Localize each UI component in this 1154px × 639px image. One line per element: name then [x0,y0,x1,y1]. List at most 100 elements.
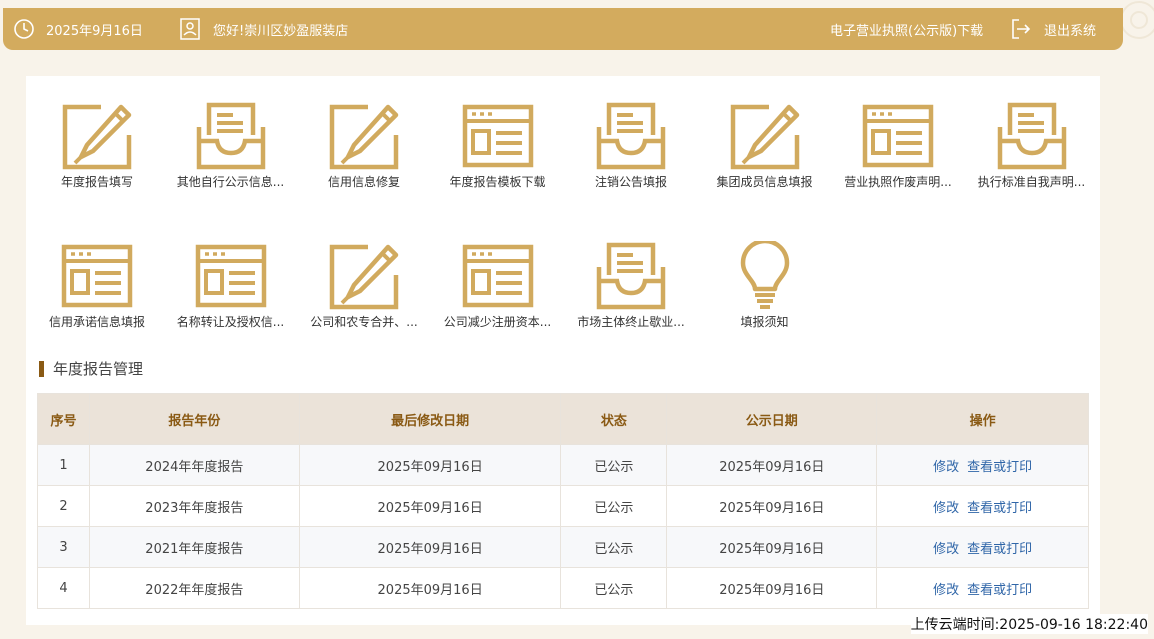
tile-label: 公司和农专合并、... [310,315,418,329]
tile-label: 集团成员信息填报 [716,175,813,189]
cell-published: 2025年09月16日 [666,485,878,527]
logout-button[interactable]: 退出系统 [1010,8,1096,50]
cell-actions: 修改 查看或打印 [876,444,1089,486]
col-header-actions: 操作 [876,393,1089,445]
logout-icon [1012,19,1031,39]
tile-label: 营业执照作废声明... [844,175,952,189]
tile-8[interactable]: 执行标准自我声明... [967,101,1097,190]
clock-icon [14,19,34,39]
tile-label: 信用信息修复 [327,175,400,189]
inbox-icon [594,101,668,171]
tile-12[interactable]: 公司减少注册资本... [433,241,563,330]
cell-published: 2025年09月16日 [666,567,878,609]
tile-9[interactable]: 信用承诺信息填报 [32,241,162,330]
col-header-year: 报告年份 [88,393,300,445]
tile-label: 注销公告填报 [594,175,667,189]
upload-time: 上传云端时间:2025-09-16 18:22:40 [910,614,1148,634]
tile-label: 市场主体终止歇业... [577,315,685,329]
inbox-icon [194,101,268,171]
logout-label: 退出系统 [1044,23,1097,39]
table-header-row: 序号 报告年份 最后修改日期 状态 公示日期 操作 [37,393,1089,445]
view-print-link[interactable]: 查看或打印 [967,501,1032,516]
tile-label: 信用承诺信息填报 [48,315,145,329]
cell-actions: 修改 查看或打印 [876,485,1089,527]
cell-no: 2 [37,485,90,527]
col-header-status: 状态 [560,393,668,445]
cell-status: 已公示 [560,567,668,609]
tile-4[interactable]: 年度报告模板下载 [433,101,563,190]
section-title: 年度报告管理 [53,360,144,378]
window-icon [861,101,935,171]
tile-label: 公司减少注册资本... [443,315,552,329]
cell-year: 2021年年度报告 [88,526,300,568]
window-icon [60,241,134,311]
inbox-icon [594,241,668,311]
date-area: 2025年9月16日 [13,8,143,50]
section-marker [39,360,44,377]
view-print-link[interactable]: 查看或打印 [967,460,1032,475]
table-row: 1 2024年年度报告 2025年09月16日 已公示 2025年09月16日 修改 查看或… [37,444,1089,486]
cell-published: 2025年09月16日 [666,444,878,486]
edit-link[interactable]: 修改 [933,542,959,557]
license-download-link[interactable]: 电子营业执照(公示版)下载 [830,8,983,50]
edit-icon [327,101,401,171]
inbox-icon [995,101,1069,171]
cell-status: 已公示 [560,526,668,568]
cell-status: 已公示 [560,485,668,527]
tile-5[interactable]: 注销公告填报 [566,101,696,190]
user-icon [180,18,200,40]
table-row: 3 2021年年度报告 2025年09月16日 已公示 2025年09月16日 修改 查看或… [37,526,1089,568]
cell-year: 2024年年度报告 [88,444,300,486]
tile-7[interactable]: 营业执照作废声明... [833,101,963,190]
col-header-published: 公示日期 [666,393,878,445]
tile-label: 年度报告模板下载 [449,175,546,189]
tile-11[interactable]: 公司和农专合并、... [299,241,429,330]
window-icon [194,241,268,311]
tile-label: 执行标准自我声明... [977,175,1086,189]
cell-actions: 修改 查看或打印 [876,567,1089,609]
top-bar: 2025年9月16日 您好!崇川区妙盈服装店 电子营业执照(公示版)下载 退出系… [3,8,1123,50]
edit-link[interactable]: 修改 [933,460,959,475]
col-header-no: 序号 [37,393,90,445]
tile-6[interactable]: 集团成员信息填报 [700,101,830,190]
tile-2[interactable]: 其他自行公示信息... [166,101,296,190]
tile-label: 年度报告填写 [60,175,133,189]
window-icon [461,241,535,311]
cell-no: 1 [37,444,90,486]
cell-actions: 修改 查看或打印 [876,526,1089,568]
edit-icon [728,101,802,171]
col-header-modified: 最后修改日期 [298,393,562,445]
edit-link[interactable]: 修改 [933,583,959,598]
date-text: 2025年9月16日 [46,23,143,39]
greeting-area: 您好!崇川区妙盈服装店 [180,8,348,50]
cell-no: 3 [37,526,90,568]
table-row: 2 2023年年度报告 2025年09月16日 已公示 2025年09月16日 修改 查看或… [37,485,1089,527]
main-panel: 年度报告填写 其他自行公示信息... 信用信息修复 年度报告模板下载 注销公告填报 集团成… [26,76,1100,625]
cell-published: 2025年09月16日 [666,526,878,568]
lightbulb-icon [728,241,802,311]
tile-label: 其他自行公示信息... [176,175,285,189]
edit-icon [327,241,401,311]
tile-10[interactable]: 名称转让及授权信... [166,241,296,330]
tile-3[interactable]: 信用信息修复 [299,101,429,190]
tile-14[interactable]: 填报须知 [700,241,830,330]
cell-year: 2022年年度报告 [88,567,300,609]
cell-no: 4 [37,567,90,609]
window-icon [461,101,535,171]
edit-icon [60,101,134,171]
greeting-text: 您好!崇川区妙盈服装店 [213,23,349,39]
cell-status: 已公示 [560,444,668,486]
section-header: 年度报告管理 [39,358,143,379]
view-print-link[interactable]: 查看或打印 [967,542,1032,557]
annual-report-table: 序号 报告年份 最后修改日期 状态 公示日期 操作 1 2024年年度报告 2025… [37,393,1089,609]
tile-label: 名称转让及授权信... [176,315,285,329]
tile-13[interactable]: 市场主体终止歇业... [566,241,696,330]
cell-modified: 2025年09月16日 [298,567,562,609]
tile-label: 填报须知 [740,315,789,329]
view-print-link[interactable]: 查看或打印 [967,583,1032,598]
table-row: 4 2022年年度报告 2025年09月16日 已公示 2025年09月16日 修改 查看或… [37,567,1089,609]
cell-modified: 2025年09月16日 [298,444,562,486]
cell-year: 2023年年度报告 [88,485,300,527]
tile-1[interactable]: 年度报告填写 [32,101,162,190]
edit-link[interactable]: 修改 [933,501,959,516]
